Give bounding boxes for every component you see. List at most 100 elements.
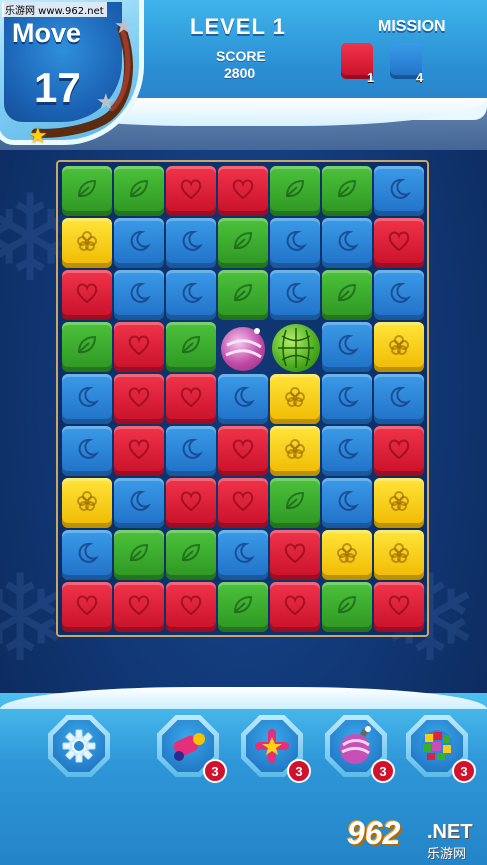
red-block[interactable]	[218, 478, 268, 528]
flower-icon	[334, 540, 360, 570]
heart-icon	[74, 592, 100, 622]
blue-block[interactable]	[166, 218, 216, 268]
leaf-icon	[230, 228, 256, 258]
green-block[interactable]	[114, 166, 164, 216]
red-block[interactable]	[270, 530, 320, 580]
blue-block[interactable]	[374, 270, 424, 320]
settings-button[interactable]	[48, 715, 110, 777]
yellow-block[interactable]	[62, 478, 112, 528]
red-block[interactable]	[374, 218, 424, 268]
moon-icon	[126, 280, 152, 310]
green-block[interactable]	[322, 582, 372, 632]
move-count: 17	[34, 64, 81, 111]
green-block[interactable]	[218, 582, 268, 632]
blue-block[interactable]	[374, 166, 424, 216]
red-block[interactable]	[114, 582, 164, 632]
green-block[interactable]	[166, 322, 216, 372]
blue-block[interactable]	[114, 218, 164, 268]
heart-icon	[230, 488, 256, 518]
flower-icon	[74, 228, 100, 258]
red-block[interactable]	[166, 478, 216, 528]
moon-icon	[230, 540, 256, 570]
moon-icon	[334, 332, 360, 362]
blue-block[interactable]	[322, 426, 372, 476]
green-block[interactable]	[62, 322, 112, 372]
blue-block[interactable]	[374, 374, 424, 424]
green-block[interactable]	[218, 218, 268, 268]
heart-icon	[282, 592, 308, 622]
yellow-block[interactable]	[322, 530, 372, 580]
blue-block[interactable]	[114, 270, 164, 320]
heart-icon	[126, 592, 152, 622]
red-block[interactable]	[374, 426, 424, 476]
red-block[interactable]	[218, 426, 268, 476]
blue-block[interactable]	[322, 478, 372, 528]
green-block[interactable]	[218, 270, 268, 320]
yellow-block[interactable]	[374, 478, 424, 528]
yellow-block[interactable]	[374, 530, 424, 580]
leaf-icon	[74, 176, 100, 206]
star-icon: ★	[96, 90, 116, 115]
cross-rocket-booster-button[interactable]: 3	[241, 715, 311, 783]
blue-block[interactable]	[114, 478, 164, 528]
moon-icon	[230, 384, 256, 414]
bomb-piece[interactable]	[221, 327, 265, 371]
green-block[interactable]	[270, 166, 320, 216]
green-block[interactable]	[322, 270, 372, 320]
cannon-booster-button[interactable]: 3	[157, 715, 227, 783]
blue-block[interactable]	[166, 426, 216, 476]
red-block[interactable]	[166, 166, 216, 216]
blue-block[interactable]	[218, 374, 268, 424]
move-label: Move	[12, 18, 82, 48]
blue-block[interactable]	[270, 270, 320, 320]
blue-block[interactable]	[166, 270, 216, 320]
moon-icon	[386, 280, 412, 310]
red-block[interactable]	[166, 374, 216, 424]
red-block[interactable]	[374, 582, 424, 632]
green-block[interactable]	[270, 478, 320, 528]
moon-icon	[74, 540, 100, 570]
blue-block[interactable]	[322, 374, 372, 424]
yellow-block[interactable]	[270, 426, 320, 476]
heart-icon	[386, 228, 412, 258]
red-block[interactable]	[166, 582, 216, 632]
yellow-block[interactable]	[270, 374, 320, 424]
heart-icon	[178, 592, 204, 622]
heart-icon	[230, 176, 256, 206]
site-logo: 962 .NET 乐游网	[347, 815, 485, 863]
yellow-block[interactable]	[374, 322, 424, 372]
green-block[interactable]	[166, 530, 216, 580]
red-block[interactable]	[114, 426, 164, 476]
blue-block[interactable]	[218, 530, 268, 580]
leaf-icon	[126, 176, 152, 206]
disco-ball-piece[interactable]	[272, 324, 320, 372]
game-board	[56, 160, 429, 637]
blue-block[interactable]	[62, 374, 112, 424]
blue-block[interactable]	[322, 218, 372, 268]
flower-icon	[74, 488, 100, 518]
moon-icon	[178, 436, 204, 466]
blue-block[interactable]	[322, 322, 372, 372]
red-block[interactable]	[114, 374, 164, 424]
red-block[interactable]	[114, 322, 164, 372]
green-block[interactable]	[322, 166, 372, 216]
star-icon: ★	[114, 14, 134, 39]
red-block[interactable]	[62, 582, 112, 632]
blue-block[interactable]	[62, 530, 112, 580]
yellow-block[interactable]	[62, 218, 112, 268]
flower-icon	[282, 384, 308, 414]
red-block[interactable]	[270, 582, 320, 632]
moon-icon	[334, 228, 360, 258]
logo-number: 962	[347, 815, 401, 851]
mission-blue-count: 4	[416, 70, 424, 85]
blue-block[interactable]	[62, 426, 112, 476]
leaf-icon	[282, 488, 308, 518]
green-block[interactable]	[62, 166, 112, 216]
bomb-booster-button[interactable]: 3	[325, 715, 395, 783]
disco-ball-booster-button[interactable]: 3	[406, 715, 476, 783]
red-block[interactable]	[62, 270, 112, 320]
leaf-icon	[126, 540, 152, 570]
red-block[interactable]	[218, 166, 268, 216]
blue-block[interactable]	[270, 218, 320, 268]
green-block[interactable]	[114, 530, 164, 580]
